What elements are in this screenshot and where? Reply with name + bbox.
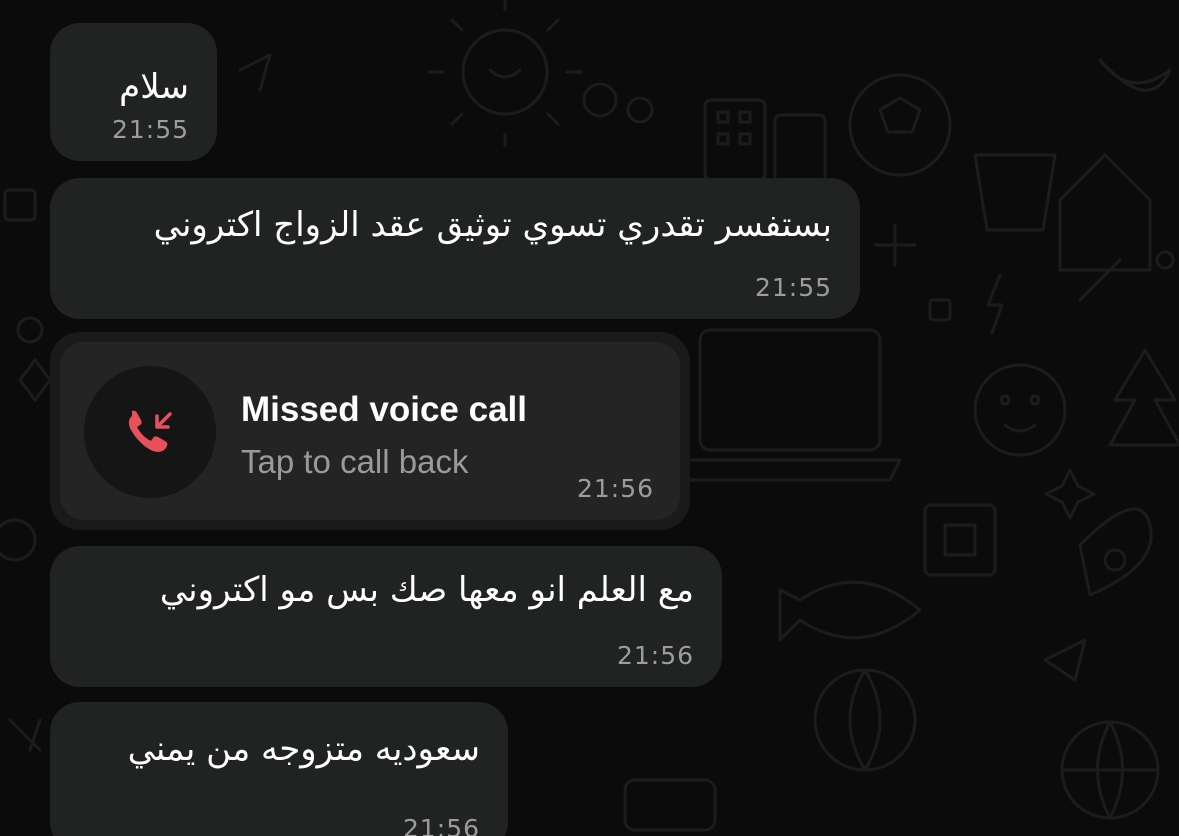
message-timestamp: 21:55 xyxy=(754,273,832,302)
message-text: مع العلم انو معها صك بس مو اكتروني xyxy=(159,570,694,610)
missed-call-icon-badge xyxy=(84,366,216,498)
message-text: بستفسر تقدري تسوي توثيق عقد الزواج اكترو… xyxy=(153,205,832,245)
missed-call-bubble[interactable]: Missed voice call Tap to call back 21:56 xyxy=(50,332,690,530)
missed-call-icon xyxy=(128,410,172,452)
message-text: سعوديه متزوجه من يمني xyxy=(127,729,480,769)
message-timestamp: 21:56 xyxy=(616,641,694,670)
incoming-message[interactable]: سعوديه متزوجه من يمني 21:56 xyxy=(50,702,508,836)
missed-call-card[interactable]: Missed voice call Tap to call back 21:56 xyxy=(60,342,680,520)
message-text: سلام xyxy=(119,67,189,107)
message-timestamp: 21:55 xyxy=(111,115,189,144)
chat-view[interactable]: سلام 21:55 بستفسر تقدري تسوي توثيق عقد ا… xyxy=(0,0,1179,836)
message-timestamp: 21:56 xyxy=(402,814,480,836)
call-back-link[interactable]: Tap to call back xyxy=(241,442,468,482)
incoming-message[interactable]: سلام 21:55 xyxy=(50,23,217,161)
missed-call-timestamp: 21:56 xyxy=(576,474,654,503)
incoming-message[interactable]: مع العلم انو معها صك بس مو اكتروني 21:56 xyxy=(50,546,722,687)
incoming-message[interactable]: بستفسر تقدري تسوي توثيق عقد الزواج اكترو… xyxy=(50,178,860,319)
missed-call-title: Missed voice call xyxy=(241,390,527,429)
